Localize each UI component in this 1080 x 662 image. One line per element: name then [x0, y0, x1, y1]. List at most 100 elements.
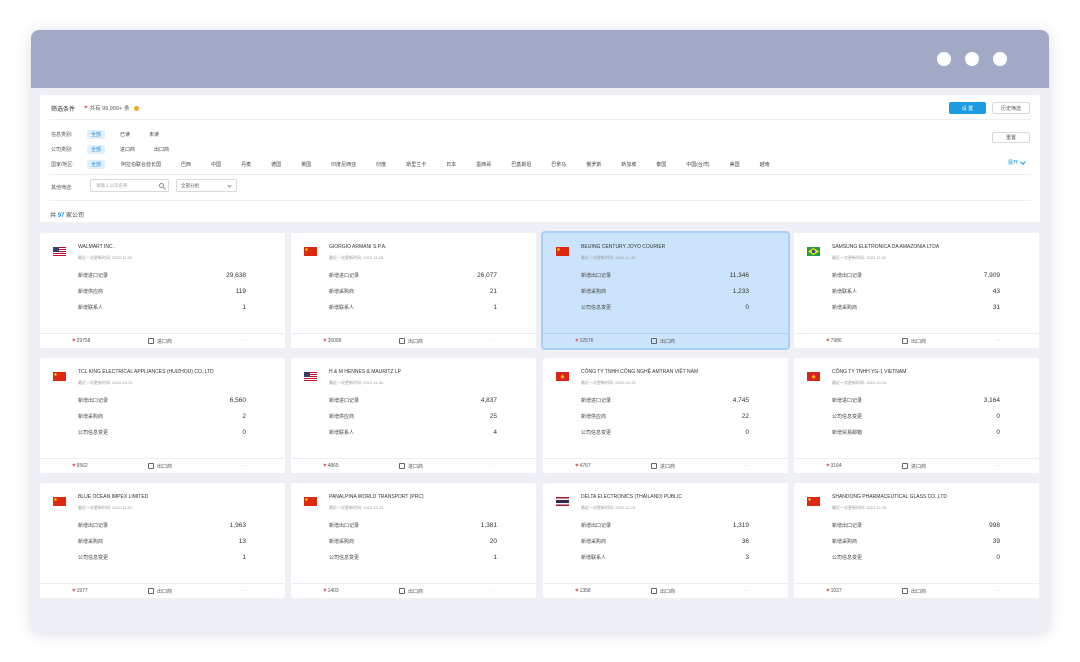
company-name[interactable]: GIORGIO ARMANI S.P.A. — [329, 244, 386, 250]
more-icon[interactable]: ··· — [744, 463, 749, 469]
filter-option[interactable]: 未读 — [145, 130, 163, 139]
region-option[interactable]: 印度 — [372, 160, 390, 169]
follow-count[interactable]: ♥ 4865 — [323, 463, 339, 469]
filter-option[interactable]: 进口商 — [116, 145, 139, 154]
more-icon[interactable]: ··· — [492, 463, 497, 469]
region-option[interactable]: 新加坡 — [617, 160, 640, 169]
follow-count-value: 26099 — [327, 338, 342, 344]
company-search-input[interactable]: 请输入公司名称 — [90, 179, 169, 192]
stat-row: 新增供应商 22 — [581, 413, 749, 420]
filter-option[interactable]: 出口商 — [150, 145, 173, 154]
follow-count[interactable]: ♥ 29758 — [72, 338, 90, 344]
company-card[interactable]: DELTA ELECTRONICS (THAILAND) PUBLIC 最近一次… — [543, 483, 788, 598]
region-option[interactable]: 越南 — [756, 160, 774, 169]
stat-row: 新增联系人 3 — [581, 554, 749, 561]
window-dot-icon[interactable] — [965, 52, 979, 66]
company-card[interactable]: TCL KING ELECTRICAL APPLIANCES (HUIZHOU)… — [40, 358, 285, 473]
company-card[interactable]: GIORGIO ARMANI S.P.A. 最近一次更新时间: 2022-11-… — [291, 233, 536, 348]
update-date: 最近一次更新时间: 2022-10-31 — [832, 380, 887, 385]
follow-count[interactable]: ♥ 12576 — [575, 338, 593, 344]
filter-option[interactable]: 全部 — [87, 145, 106, 154]
follow-count[interactable]: ♥ 4767 — [575, 463, 591, 469]
company-card[interactable]: SAMSUNG ELETRONICA DA AMAZONIA LTDA 最近一次… — [794, 233, 1039, 348]
company-card[interactable]: PANALPINA WORLD TRANSPORT (PRC) 最近一次更新时间… — [291, 483, 536, 598]
region-option[interactable]: 巴拿马 — [547, 160, 570, 169]
follow-count[interactable]: ♥ 1403 — [323, 588, 339, 594]
follow-count[interactable]: ♥ 3164 — [826, 463, 842, 469]
region-option[interactable]: 巴基斯坦 — [507, 160, 535, 169]
company-card[interactable]: BEIJING CENTURY JOYO COURIER 最近一次更新时间: 2… — [543, 233, 788, 348]
company-card[interactable]: CÔNG TY TNHH YG-1 VIETNAM 最近一次更新时间: 2022… — [794, 358, 1039, 473]
set-button[interactable]: 设 置 — [949, 102, 986, 114]
company-name[interactable]: PANALPINA WORLD TRANSPORT (PRC) — [329, 494, 424, 500]
company-card[interactable]: H & M HENNES & MAURITZ LP 最近一次更新时间: 2022… — [291, 358, 536, 473]
history-filter-button[interactable]: 历史筛选 — [992, 102, 1030, 114]
stat-value: 1,381 — [480, 522, 497, 529]
reset-button[interactable]: 重置 — [992, 132, 1030, 143]
card-footer: ♥ 3164 进口商 ··· — [794, 458, 1039, 473]
region-option[interactable]: 丹麦 — [237, 160, 255, 169]
filter-option[interactable]: 全部 — [87, 130, 106, 139]
company-type-label: 出口商 — [157, 463, 173, 470]
company-type: 出口商 — [902, 588, 926, 595]
filter-option[interactable]: 已读 — [116, 130, 134, 139]
company-name[interactable]: BEIJING CENTURY JOYO COURIER — [581, 244, 665, 250]
region-option[interactable]: 俄罗斯 — [582, 160, 605, 169]
more-icon[interactable]: ··· — [241, 463, 246, 469]
company-name[interactable]: H & M HENNES & MAURITZ LP — [329, 369, 401, 375]
more-icon[interactable]: ··· — [241, 588, 246, 594]
region-option[interactable]: 墨西哥 — [472, 160, 495, 169]
card-footer: ♥ 4767 进口商 ··· — [543, 458, 788, 473]
region-option[interactable]: 美国 — [726, 160, 744, 169]
more-icon[interactable]: ··· — [492, 588, 497, 594]
region-option[interactable]: 日本 — [442, 160, 460, 169]
region-option[interactable]: 英国 — [297, 160, 315, 169]
region-option[interactable]: 泰国 — [652, 160, 670, 169]
region-option[interactable]: 印度尼西亚 — [327, 160, 360, 169]
group-select[interactable]: 全部分组 — [176, 179, 237, 192]
region-option[interactable]: 中国 — [207, 160, 225, 169]
more-icon[interactable]: ··· — [744, 338, 749, 344]
follow-count[interactable]: ♥ 6562 — [72, 463, 88, 469]
region-option[interactable]: 德国 — [267, 160, 285, 169]
follow-count[interactable]: ♥ 1977 — [72, 588, 88, 594]
region-option[interactable]: 中国(台湾) — [682, 160, 713, 169]
company-card[interactable]: WALMART INC . 最近一次更新时间: 2022-11-30 新增进口记… — [40, 233, 285, 348]
company-name[interactable]: TCL KING ELECTRICAL APPLIANCES (HUIZHOU)… — [78, 369, 214, 375]
company-name[interactable]: SHANDONG PHARMACEUTICAL GLASS CO.,LTD — [832, 494, 947, 500]
company-name[interactable]: WALMART INC . — [78, 244, 115, 250]
region-option[interactable]: 全部 — [87, 160, 106, 169]
region-option[interactable]: 斯里兰卡 — [402, 160, 430, 169]
company-card[interactable]: SHANDONG PHARMACEUTICAL GLASS CO.,LTD 最近… — [794, 483, 1039, 598]
search-icon[interactable] — [159, 183, 164, 188]
region-option[interactable]: 巴西 — [177, 160, 195, 169]
follow-count-value: 29758 — [76, 338, 91, 344]
company-name[interactable]: DELTA ELECTRONICS (THAILAND) PUBLIC — [581, 494, 682, 500]
company-type-label: 出口商 — [911, 588, 927, 595]
stat-value: 1 — [242, 304, 246, 311]
more-icon[interactable]: ··· — [995, 338, 1000, 344]
more-icon[interactable]: ··· — [744, 588, 749, 594]
follow-count[interactable]: ♥ 1037 — [826, 588, 842, 594]
company-name[interactable]: BLUE OCEAN IMPEX LIMITED — [78, 494, 148, 500]
more-icon[interactable]: ··· — [995, 463, 1000, 469]
update-date: 最近一次更新时间: 2022-12-01 — [581, 505, 636, 510]
expand-toggle[interactable]: 展开 — [1008, 158, 1026, 166]
follow-count[interactable]: ♥ 1358 — [575, 588, 591, 594]
update-date: 最近一次更新时间: 2022-10-31 — [581, 380, 636, 385]
company-name[interactable]: SAMSUNG ELETRONICA DA AMAZONIA LTDA — [832, 244, 939, 250]
window-dot-icon[interactable] — [937, 52, 951, 66]
company-name[interactable]: CÔNG TY TNHH CÔNG NGHỆ AMTRAN VIỆT NAM — [581, 369, 698, 375]
more-icon[interactable]: ··· — [241, 338, 246, 344]
region-option[interactable]: 阿拉伯联合酋长国 — [117, 160, 165, 169]
company-name[interactable]: CÔNG TY TNHH YG-1 VIETNAM — [832, 369, 906, 375]
more-icon[interactable]: ··· — [995, 588, 1000, 594]
stat-label: 新增采购商 — [832, 539, 858, 545]
company-card[interactable]: CÔNG TY TNHH CÔNG NGHỆ AMTRAN VIỆT NAM 最… — [543, 358, 788, 473]
follow-count[interactable]: ♥ 26099 — [323, 338, 341, 344]
company-card[interactable]: BLUE OCEAN IMPEX LIMITED 最近一次更新时间: 2022-… — [40, 483, 285, 598]
window-dot-icon[interactable] — [993, 52, 1007, 66]
more-icon[interactable]: ··· — [492, 338, 497, 344]
stat-row: 新增供应商 119 — [78, 288, 246, 295]
follow-count[interactable]: ♥ 7986 — [826, 338, 842, 344]
